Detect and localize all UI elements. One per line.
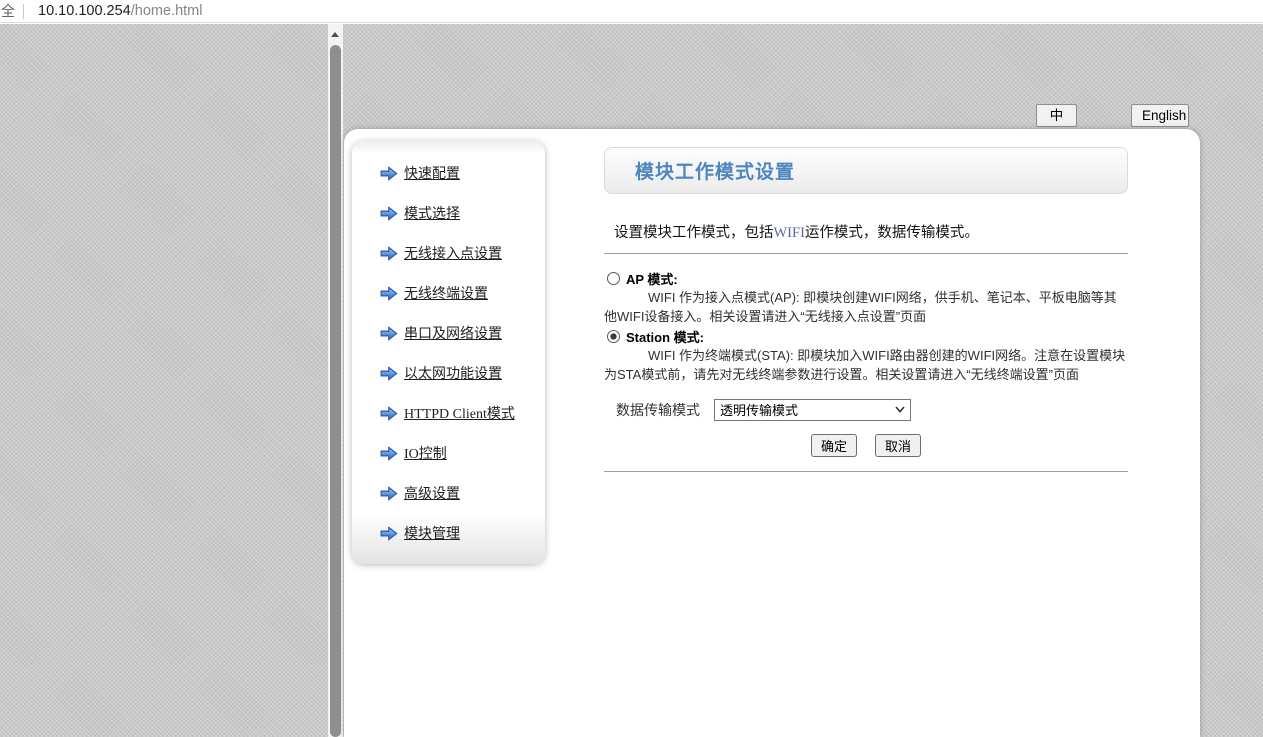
- ap-mode-row: AP 模式:: [607, 270, 1128, 287]
- sidebar-link: 以太网功能设置: [404, 363, 502, 383]
- vertical-scrollbar[interactable]: [328, 24, 343, 737]
- sidebar-item-uart-settings[interactable]: 串口及网络设置: [352, 313, 545, 353]
- sidebar-item-mode-select[interactable]: 模式选择: [352, 193, 545, 233]
- arrow-right-icon: [380, 206, 398, 221]
- sidebar-item-sta-settings[interactable]: 无线终端设置: [352, 273, 545, 313]
- security-badge[interactable]: 全: [1, 1, 18, 21]
- page-title: 模块工作模式设置: [635, 157, 795, 184]
- description-prefix: 设置模块工作模式，包括: [614, 225, 774, 241]
- arrow-right-icon: [380, 326, 398, 341]
- sidebar-item-io-control[interactable]: IO控制: [352, 433, 545, 473]
- sidebar-item-module-management[interactable]: 模块管理: [352, 513, 545, 553]
- sidebar-item-quick-config[interactable]: 快速配置: [352, 153, 545, 193]
- browser-address-bar[interactable]: 全 10.10.100.254/home.html: [0, 0, 1263, 23]
- ap-mode-label: AP 模式:: [626, 269, 678, 288]
- station-mode-description: WIFI 作为终端模式(STA): 即模块加入WIFI路由器创建的WIFI网络。…: [604, 346, 1128, 384]
- mode-section: AP 模式: WIFI 作为接入点模式(AP): 即模块创建WIFI网络，供手机…: [604, 270, 1128, 384]
- description-wifi: WIFI: [774, 225, 805, 241]
- arrow-right-icon: [380, 166, 398, 181]
- ap-mode-radio[interactable]: [607, 272, 620, 285]
- arrow-right-icon: [380, 246, 398, 261]
- sidebar-link: HTTPD Client模式: [404, 403, 515, 423]
- sidebar-link: 无线接入点设置: [404, 243, 502, 263]
- station-mode-label: Station 模式:: [626, 327, 704, 346]
- sidebar-link: 串口及网络设置: [404, 323, 502, 343]
- sidebar-link: 快速配置: [404, 163, 460, 183]
- transfer-mode-select[interactable]: 透明传输模式: [714, 399, 911, 421]
- sidebar-item-httpd-client[interactable]: HTTPD Client模式: [352, 393, 545, 433]
- arrow-right-icon: [380, 486, 398, 501]
- divider-top: [604, 253, 1128, 254]
- sidebar-link: 模式选择: [404, 203, 460, 223]
- arrow-right-icon: [380, 366, 398, 381]
- url-host[interactable]: 10.10.100.254: [38, 3, 131, 19]
- sidebar-link: 模块管理: [404, 523, 460, 543]
- sidebar-link: 高级设置: [404, 483, 460, 503]
- scroll-up-icon: [331, 32, 339, 37]
- content-area: 模块工作模式设置 设置模块工作模式，包括WIFI运作模式，数据传输模式。 AP …: [604, 147, 1128, 472]
- description-suffix: 运作模式，数据传输模式。: [805, 225, 979, 241]
- sidebar-link: IO控制: [404, 443, 447, 463]
- arrow-right-icon: [380, 286, 398, 301]
- address-bar-divider: [23, 4, 24, 19]
- sidebar-link: 无线终端设置: [404, 283, 488, 303]
- transfer-mode-label: 数据传输模式: [616, 400, 700, 420]
- page-description: 设置模块工作模式，包括WIFI运作模式，数据传输模式。: [604, 221, 1128, 242]
- transfer-mode-row: 数据传输模式 透明传输模式: [604, 399, 1128, 421]
- station-mode-radio[interactable]: [607, 330, 620, 343]
- station-mode-row: Station 模式:: [607, 328, 1128, 345]
- sidebar-menu: 快速配置 模式选择 无线接入点设置 无线终端设置 串口及网络设置 以太网功能设置: [352, 141, 545, 564]
- sidebar-item-ethernet-settings[interactable]: 以太网功能设置: [352, 353, 545, 393]
- arrow-right-icon: [380, 446, 398, 461]
- main-panel: 快速配置 模式选择 无线接入点设置 无线终端设置 串口及网络设置 以太网功能设置: [344, 129, 1200, 737]
- ok-button[interactable]: 确定: [811, 434, 857, 457]
- form-buttons-row: 确定 取消: [604, 434, 1128, 457]
- scrollbar-up-button[interactable]: [328, 24, 343, 41]
- cancel-button[interactable]: 取消: [875, 434, 921, 457]
- page-background: 中文 English 快速配置 模式选择 无线接入点设置 无线终端设置: [0, 24, 1263, 737]
- arrow-right-icon: [380, 526, 398, 541]
- page-title-box: 模块工作模式设置: [604, 147, 1128, 194]
- sidebar-item-ap-settings[interactable]: 无线接入点设置: [352, 233, 545, 273]
- arrow-right-icon: [380, 406, 398, 421]
- divider-bottom: [604, 471, 1128, 472]
- sidebar-item-advanced-settings[interactable]: 高级设置: [352, 473, 545, 513]
- language-chinese-button[interactable]: 中文: [1036, 104, 1077, 127]
- ap-mode-description: WIFI 作为接入点模式(AP): 即模块创建WIFI网络，供手机、笔记本、平板…: [604, 288, 1128, 326]
- language-english-button[interactable]: English: [1131, 104, 1189, 127]
- url-path[interactable]: /home.html: [131, 3, 203, 19]
- scrollbar-thumb[interactable]: [330, 45, 341, 737]
